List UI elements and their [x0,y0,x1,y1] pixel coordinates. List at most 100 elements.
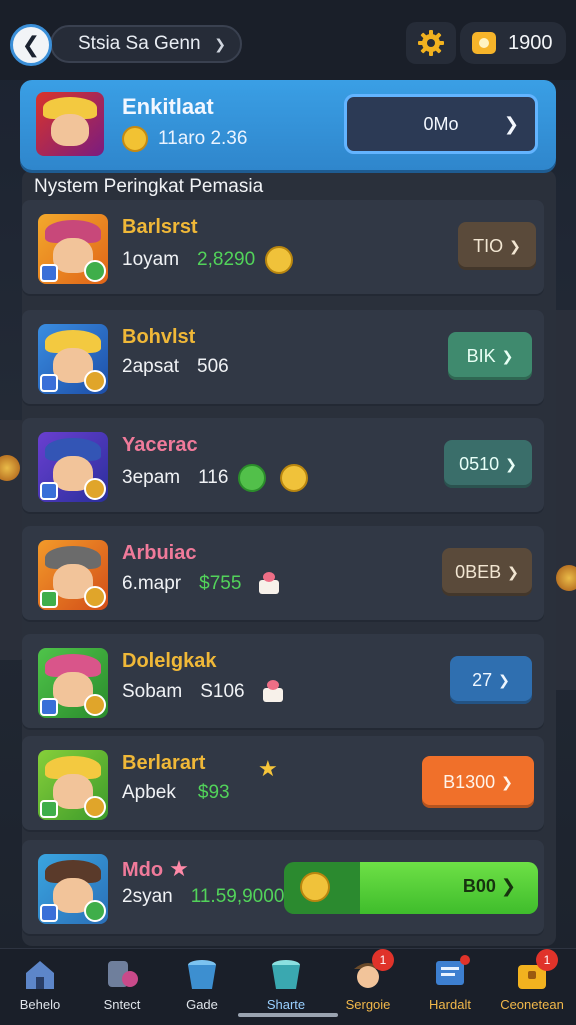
nav-item-treasure[interactable]: 1 Ceonetean [496,949,568,1012]
row-rank: Apbek [122,782,176,803]
chevron-right-icon: ❯ [214,35,226,52]
row-name: Barlsrst [122,216,198,238]
row-value: 506 [197,356,229,377]
row-action-button[interactable]: BIK ❯ [448,332,532,380]
nav-label: Behelo [19,997,61,1012]
class-badge-icon [40,698,58,716]
row-action-label: B1300 [443,771,496,792]
row-stats: Apbek $93 [122,782,230,804]
nav-item-sharte[interactable]: Sharte [250,957,322,1012]
row-name: Berlarart [122,752,206,774]
leaderboard-row[interactable]: Barlsrst 1oyam 2,8290 TIO ❯ [22,200,544,296]
row-stats: 3epam 116 [122,464,309,492]
back-button[interactable]: ❮ [10,24,52,66]
chevron-down-icon: ❯ [501,347,514,364]
row-rank: 2syan [122,886,173,907]
progress-label: B00 ❯ [462,876,516,896]
nav-label: Hardalt [429,997,471,1012]
player-avatar [36,92,104,156]
row-action-label: BIK [466,345,496,366]
row-action-button[interactable]: 27 ❯ [450,656,532,704]
coin-balance[interactable]: 1900 [460,22,566,64]
check-badge-icon [84,900,106,922]
class-badge-icon [40,800,58,818]
row-action-label: 0510 [459,453,500,474]
player-action-label: 0Mo [423,113,459,134]
nav-label: Ceonetean [500,997,564,1012]
row-name: Arbuiac [122,542,197,564]
character-avatar [38,648,108,718]
row-action-button[interactable]: TIO ❯ [458,222,536,270]
sword-badge-icon [84,796,106,818]
nav-label: Gade [186,997,218,1012]
row-name: Mdo ★ [122,856,189,882]
row-value: 2,8290 [197,249,256,270]
row-stats: 6.mapr $755 [122,572,283,596]
settings-button[interactable] [406,22,456,64]
coin-icon [265,246,294,274]
row-action-button[interactable]: 0510 ❯ [444,440,532,488]
bucket-icon [184,957,220,991]
character-icon: 1 [350,949,394,991]
bucket-icon [268,957,304,991]
row-value: $755 [199,573,242,594]
nav-label: Sharte [266,997,306,1012]
chevron-down-icon: ❯ [507,563,519,580]
title-dropdown[interactable]: Stsia Sa Genn ❯ [50,25,242,63]
row-rank: 6.mapr [122,573,182,594]
leaderboard-row[interactable]: Mdo ★ 2syan 11.59,9000 B00 ❯ [22,840,544,936]
home-icon [22,957,58,991]
nav-item-character[interactable]: 1 Sergoie [332,949,404,1012]
coin-icon [472,32,496,54]
section-title: Nystem Peringkat Pemasia [34,176,264,197]
green-gem-icon [238,464,267,492]
player-action-button[interactable]: 0Mo ❯ [344,94,538,154]
row-stats: 2apsat 506 [122,356,229,378]
nav-item-gade[interactable]: Gade [166,957,238,1012]
class-badge-icon [40,264,58,282]
leaderboard-row[interactable]: Arbuiac 6.mapr $755 0BEB ❯ [22,526,544,622]
sword-badge-icon [84,694,106,716]
player-name: Enkitlaat [122,94,214,119]
class-badge-icon [40,590,58,608]
row-rank: Sobam [122,681,183,702]
player-card: Enkitlaat 11aro 2.36 0Mo ❯ [20,80,556,170]
row-action-label: 27 [472,669,493,690]
notification-badge: 1 [536,949,558,971]
character-avatar [38,750,108,820]
row-value: 116 [198,467,229,488]
leaderboard-row[interactable]: Bohvlst 2apsat 506 BIK ❯ [22,310,544,406]
coin-icon [300,872,330,902]
check-badge-icon [84,260,106,282]
row-action-button[interactable]: B1300 ❯ [422,756,534,808]
row-name: Bohvlst [122,326,196,348]
row-value: 11.59,9000 [190,886,285,907]
row-action-label: 0BEB [455,561,502,582]
notification-dot [460,955,470,965]
top-bar: Stsia Sa Genn ❯ ❮ 1900 [0,0,576,80]
row-stats: Sobam S106 [122,680,287,704]
nav-item-home[interactable]: Behelo [4,957,76,1012]
row-action-label: TIO [473,235,504,256]
star-icon: ★ [258,756,278,781]
home-indicator [238,1013,338,1017]
progress-claim-button[interactable]: B00 ❯ [284,862,538,914]
coin-amount: 1900 [508,31,553,54]
pink-star-icon: ★ [169,856,189,881]
nav-item-quests[interactable]: Hardalt [414,955,486,1012]
chevron-down-icon: ❯ [505,455,517,472]
leaderboard-row[interactable]: Dolelgkak Sobam S106 27 ❯ [22,634,544,730]
chevron-down-icon: ❯ [509,237,521,254]
nav-item-cards[interactable]: Sntect [86,957,158,1012]
sword-badge-icon [84,370,106,392]
notification-badge: 1 [372,949,394,971]
class-badge-icon [40,374,58,392]
leaderboard-row[interactable]: Berlarart ★ Apbek $93 B1300 ❯ [22,736,544,832]
row-value: $93 [197,782,230,803]
row-action-button[interactable]: 0BEB ❯ [442,548,532,596]
leaderboard-row[interactable]: Yacerac 3epam 116 0510 ❯ [22,418,544,514]
cards-icon [104,957,140,991]
coin-icon [122,126,148,152]
character-avatar [38,432,108,502]
sword-badge-icon [84,586,106,608]
